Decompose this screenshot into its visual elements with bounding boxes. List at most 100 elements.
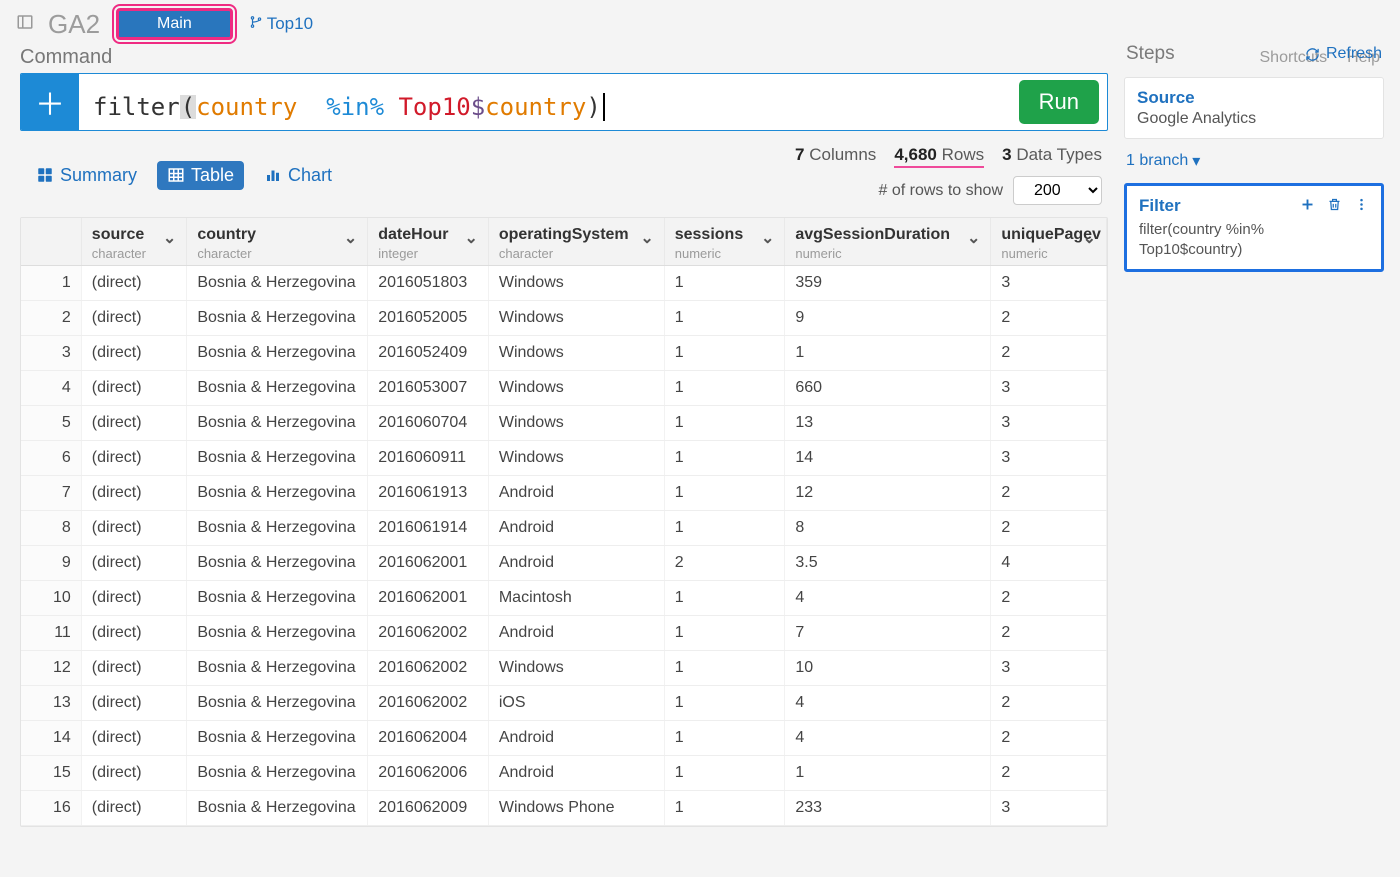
filter-step-title: Filter (1139, 196, 1181, 216)
cell: Macintosh (488, 581, 664, 616)
source-card[interactable]: Source Google Analytics (1124, 77, 1384, 139)
cell: 1 (664, 791, 785, 826)
cell: 1 (664, 651, 785, 686)
column-header-country[interactable]: country⌄character (187, 218, 368, 266)
row-number: 10 (21, 581, 81, 616)
column-header-source[interactable]: source⌄character (81, 218, 187, 266)
view-summary[interactable]: Summary (26, 161, 147, 190)
chevron-down-icon: ⌄ (1083, 228, 1096, 248)
table-row[interactable]: 12(direct)Bosnia & Herzegovina2016062002… (21, 651, 1107, 686)
row-number: 5 (21, 406, 81, 441)
view-table-label: Table (191, 165, 234, 186)
cell: 3 (991, 266, 1107, 301)
cell: 13 (785, 406, 991, 441)
add-step-button[interactable]: ＋ (21, 74, 79, 130)
cell: 7 (785, 616, 991, 651)
cell: Bosnia & Herzegovina (187, 511, 368, 546)
cell: (direct) (81, 616, 187, 651)
column-header-uniquePagev[interactable]: uniquePagev⌄numeric (991, 218, 1107, 266)
cell: 14 (785, 441, 991, 476)
cell: Android (488, 756, 664, 791)
cell: 359 (785, 266, 991, 301)
cell: 2 (991, 511, 1107, 546)
table-row[interactable]: 10(direct)Bosnia & Herzegovina2016062001… (21, 581, 1107, 616)
cell: 2016062004 (368, 721, 489, 756)
meta-columns-count: 7 (795, 145, 804, 164)
token-op: %in% (326, 95, 384, 119)
table-row[interactable]: 2(direct)Bosnia & Herzegovina2016052005W… (21, 301, 1107, 336)
caret-down-icon: ▾ (1192, 151, 1200, 171)
cell: 3 (991, 406, 1107, 441)
text-cursor (603, 93, 605, 121)
cell: 3.5 (785, 546, 991, 581)
cell: 3 (991, 651, 1107, 686)
branch-dropdown[interactable]: 1 branch ▾ (1124, 147, 1384, 175)
table-row[interactable]: 16(direct)Bosnia & Herzegovina2016062009… (21, 791, 1107, 826)
cell: (direct) (81, 301, 187, 336)
table-row[interactable]: 6(direct)Bosnia & Herzegovina2016060911W… (21, 441, 1107, 476)
cell: 2 (991, 616, 1107, 651)
view-table[interactable]: Table (157, 161, 244, 190)
row-number: 11 (21, 616, 81, 651)
cell: Bosnia & Herzegovina (187, 721, 368, 756)
table-row[interactable]: 13(direct)Bosnia & Herzegovina2016062002… (21, 686, 1107, 721)
refresh-icon (1305, 47, 1320, 62)
filter-step-card[interactable]: Filter filter(country %in% Top10$country… (1124, 183, 1384, 272)
column-header-sessions[interactable]: sessions⌄numeric (664, 218, 785, 266)
table-row[interactable]: 3(direct)Bosnia & Herzegovina2016052409W… (21, 336, 1107, 371)
cell: (direct) (81, 371, 187, 406)
rows-show-select[interactable]: 200 (1013, 176, 1102, 205)
view-chart[interactable]: Chart (254, 161, 342, 190)
cell: 3 (991, 371, 1107, 406)
table-row[interactable]: 11(direct)Bosnia & Herzegovina2016062002… (21, 616, 1107, 651)
cell: Bosnia & Herzegovina (187, 651, 368, 686)
row-number: 9 (21, 546, 81, 581)
table-row[interactable]: 1(direct)Bosnia & Herzegovina2016051803W… (21, 266, 1107, 301)
table-row[interactable]: 7(direct)Bosnia & Herzegovina2016061913A… (21, 476, 1107, 511)
refresh-button[interactable]: Refresh (1305, 45, 1382, 63)
row-number: 15 (21, 756, 81, 791)
cell: 2016062002 (368, 686, 489, 721)
chevron-down-icon: ⌄ (761, 228, 774, 248)
table-row[interactable]: 9(direct)Bosnia & Herzegovina2016062001A… (21, 546, 1107, 581)
row-number: 1 (21, 266, 81, 301)
more-icon[interactable] (1354, 197, 1369, 216)
command-input[interactable]: filter(country %in% Top10$country) (79, 74, 1011, 130)
add-icon[interactable] (1300, 197, 1315, 216)
row-number: 7 (21, 476, 81, 511)
view-chart-label: Chart (288, 165, 332, 186)
cell: (direct) (81, 546, 187, 581)
cell: 1 (664, 476, 785, 511)
cell: 660 (785, 371, 991, 406)
rows-show-label: # of rows to show (879, 182, 1004, 200)
column-header-avgSessionDuration[interactable]: avgSessionDuration⌄numeric (785, 218, 991, 266)
column-header-dateHour[interactable]: dateHour⌄integer (368, 218, 489, 266)
cell: 1 (664, 721, 785, 756)
tab-main[interactable]: Main (116, 8, 233, 40)
chevron-down-icon: ⌄ (640, 228, 653, 248)
table-row[interactable]: 4(direct)Bosnia & Herzegovina2016053007W… (21, 371, 1107, 406)
panel-toggle-icon[interactable] (16, 13, 34, 35)
tab-top10[interactable]: Top10 (243, 10, 319, 38)
branch-icon (249, 14, 263, 34)
steps-title: Steps (1126, 43, 1175, 65)
cell: (direct) (81, 266, 187, 301)
cell: 1 (664, 336, 785, 371)
row-number: 2 (21, 301, 81, 336)
cell: Bosnia & Herzegovina (187, 476, 368, 511)
trash-icon[interactable] (1327, 197, 1342, 216)
cell: Bosnia & Herzegovina (187, 791, 368, 826)
cell: (direct) (81, 581, 187, 616)
run-button[interactable]: Run (1019, 80, 1099, 124)
chevron-down-icon: ⌄ (344, 228, 357, 248)
cell: 2016051803 (368, 266, 489, 301)
cell: 2 (991, 721, 1107, 756)
table-row[interactable]: 5(direct)Bosnia & Herzegovina2016060704W… (21, 406, 1107, 441)
cell: 2016062001 (368, 581, 489, 616)
table-row[interactable]: 15(direct)Bosnia & Herzegovina2016062006… (21, 756, 1107, 791)
table-row[interactable]: 14(direct)Bosnia & Herzegovina2016062004… (21, 721, 1107, 756)
table-row[interactable]: 8(direct)Bosnia & Herzegovina2016061914A… (21, 511, 1107, 546)
row-number: 13 (21, 686, 81, 721)
column-header-operatingSystem[interactable]: operatingSystem⌄character (488, 218, 664, 266)
cell: 10 (785, 651, 991, 686)
